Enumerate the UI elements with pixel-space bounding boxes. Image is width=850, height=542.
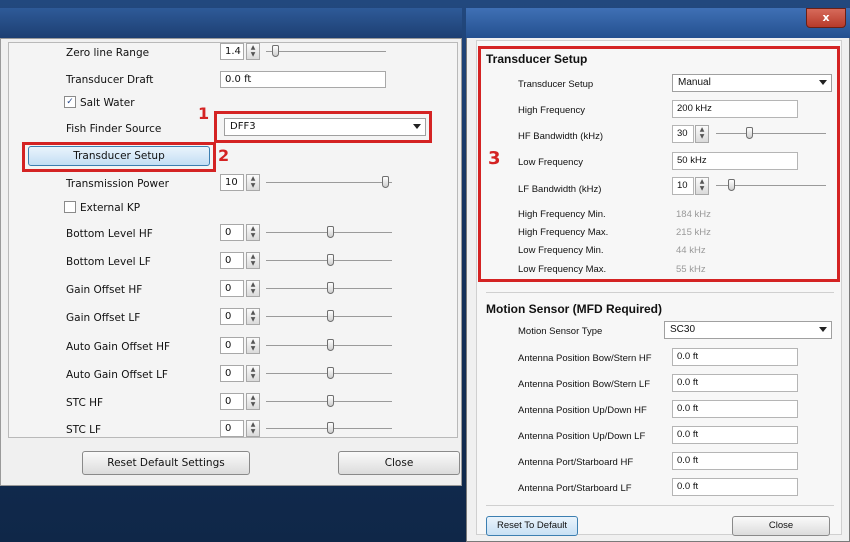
annotation-number-2: 2 xyxy=(218,146,230,165)
motion-sensor-header: Motion Sensor (MFD Required) xyxy=(486,302,662,316)
motion-sensor-type-value: SC30 xyxy=(670,324,696,335)
gain-offset-lf-slider-thumb[interactable] xyxy=(327,310,334,322)
salt-water-checkbox[interactable]: ✓ xyxy=(64,96,76,108)
zero-line-range-spinner[interactable]: ▲ ▼ xyxy=(246,43,260,60)
bow-stern-hf-label: Antenna Position Bow/Stern HF xyxy=(518,353,652,364)
bow-stern-hf-input[interactable]: 0.0 ft xyxy=(672,348,798,366)
motion-sensor-type-label: Motion Sensor Type xyxy=(518,326,603,337)
external-kp-label: External KP xyxy=(80,202,141,214)
gain-offset-hf-label: Gain Offset HF xyxy=(66,284,143,296)
bow-stern-lf-label: Antenna Position Bow/Stern LF xyxy=(518,379,651,390)
port-starboard-lf-label: Antenna Port/Starboard LF xyxy=(518,483,632,494)
port-starboard-hf-label: Antenna Port/Starboard HF xyxy=(518,457,634,468)
auto-gain-offset-hf-input[interactable]: 0 xyxy=(220,337,244,354)
up-down-hf-input[interactable]: 0.0 ft xyxy=(672,400,798,418)
annotation-box-2 xyxy=(22,142,216,172)
up-down-lf-input[interactable]: 0.0 ft xyxy=(672,426,798,444)
stc-lf-input[interactable]: 0 xyxy=(220,420,244,437)
bottom-level-lf-label: Bottom Level LF xyxy=(66,256,151,268)
port-starboard-lf-input[interactable]: 0.0 ft xyxy=(672,478,798,496)
transmission-power-slider-track xyxy=(266,182,392,183)
transmission-power-label: Transmission Power xyxy=(66,178,169,190)
annotation-box-3 xyxy=(478,46,840,282)
section-divider xyxy=(486,292,834,293)
annotation-box-1 xyxy=(214,111,432,143)
right-close-button[interactable]: Close xyxy=(732,516,830,536)
gain-offset-lf-input[interactable]: 0 xyxy=(220,308,244,325)
transmission-power-spinner[interactable]: ▲ ▼ xyxy=(246,174,260,191)
auto-gain-offset-hf-label: Auto Gain Offset HF xyxy=(66,341,171,353)
bottom-level-lf-slider-thumb[interactable] xyxy=(327,254,334,266)
salt-water-label: Salt Water xyxy=(80,97,135,109)
zero-line-range-label: Zero line Range xyxy=(66,47,150,59)
stc-hf-spinner[interactable]: ▲ ▼ xyxy=(246,393,260,410)
auto-gain-offset-lf-input[interactable]: 0 xyxy=(220,365,244,382)
zero-line-range-slider-track xyxy=(266,51,386,52)
port-starboard-hf-input[interactable]: 0.0 ft xyxy=(672,452,798,470)
gain-offset-hf-input[interactable]: 0 xyxy=(220,280,244,297)
stc-lf-label: STC LF xyxy=(66,424,102,436)
up-down-hf-label: Antenna Position Up/Down HF xyxy=(518,405,647,416)
gain-offset-lf-label: Gain Offset LF xyxy=(66,312,141,324)
chevron-down-icon xyxy=(819,327,827,332)
auto-gain-offset-lf-spinner[interactable]: ▲ ▼ xyxy=(246,365,260,382)
transducer-draft-label: Transducer Draft xyxy=(66,74,154,86)
close-icon[interactable]: x xyxy=(806,8,846,28)
stc-lf-spinner[interactable]: ▲ ▼ xyxy=(246,420,260,437)
transmission-power-input[interactable]: 10 xyxy=(220,174,244,191)
fish-finder-source-label: Fish Finder Source xyxy=(66,123,162,135)
left-window-titlebar xyxy=(0,8,462,38)
bottom-level-hf-label: Bottom Level HF xyxy=(66,228,153,240)
bottom-level-hf-spinner[interactable]: ▲ ▼ xyxy=(246,224,260,241)
auto-gain-offset-hf-spinner[interactable]: ▲ ▼ xyxy=(246,337,260,354)
stc-hf-label: STC HF xyxy=(66,397,104,409)
zero-line-range-slider-thumb[interactable] xyxy=(272,45,279,57)
reset-default-settings-button[interactable]: Reset Default Settings xyxy=(82,451,250,475)
bottom-level-hf-input[interactable]: 0 xyxy=(220,224,244,241)
gain-offset-lf-spinner[interactable]: ▲ ▼ xyxy=(246,308,260,325)
gain-offset-hf-spinner[interactable]: ▲ ▼ xyxy=(246,280,260,297)
stc-hf-slider-thumb[interactable] xyxy=(327,395,334,407)
auto-gain-offset-hf-slider-thumb[interactable] xyxy=(327,339,334,351)
stc-lf-slider-thumb[interactable] xyxy=(327,422,334,434)
bottom-level-lf-spinner[interactable]: ▲ ▼ xyxy=(246,252,260,269)
reset-to-default-button[interactable]: Reset To Default xyxy=(486,516,578,536)
footer-divider xyxy=(486,505,834,506)
left-close-button[interactable]: Close xyxy=(338,451,460,475)
bottom-level-lf-input[interactable]: 0 xyxy=(220,252,244,269)
transmission-power-slider-thumb[interactable] xyxy=(382,176,389,188)
external-kp-checkbox[interactable] xyxy=(64,201,76,213)
up-down-lf-label: Antenna Position Up/Down LF xyxy=(518,431,646,442)
bottom-level-hf-slider-thumb[interactable] xyxy=(327,226,334,238)
bow-stern-lf-input[interactable]: 0.0 ft xyxy=(672,374,798,392)
auto-gain-offset-lf-label: Auto Gain Offset LF xyxy=(66,369,168,381)
transducer-dialog-titlebar xyxy=(466,8,850,38)
stc-hf-input[interactable]: 0 xyxy=(220,393,244,410)
motion-sensor-type-select[interactable]: SC30 xyxy=(664,321,832,339)
gain-offset-hf-slider-thumb[interactable] xyxy=(327,282,334,294)
auto-gain-offset-lf-slider-thumb[interactable] xyxy=(327,367,334,379)
annotation-number-1: 1 xyxy=(198,104,210,123)
annotation-number-3: 3 xyxy=(488,148,501,169)
zero-line-range-input[interactable]: 1.4 xyxy=(220,43,244,60)
transducer-draft-input[interactable]: 0.0 ft xyxy=(220,71,386,88)
